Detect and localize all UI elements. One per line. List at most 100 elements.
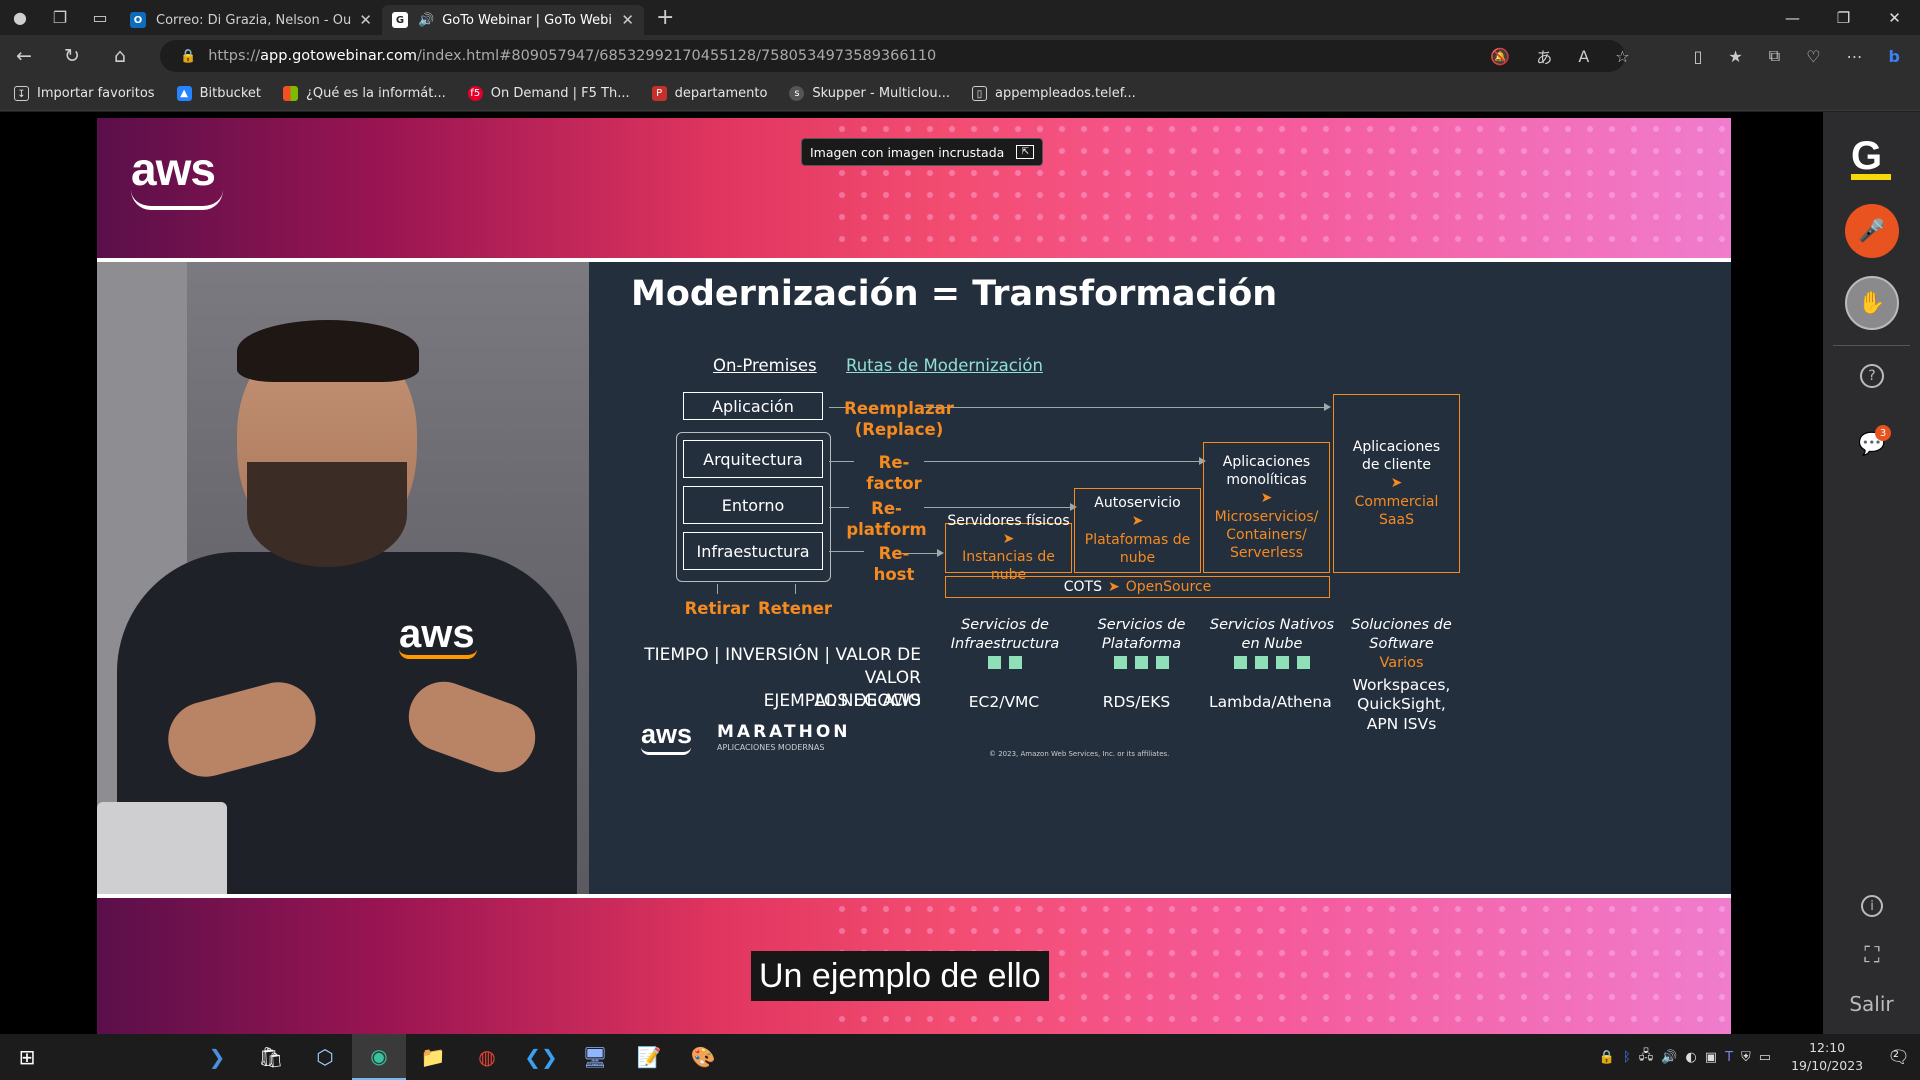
edge-icon[interactable]: ◉ <box>352 1034 406 1080</box>
example-platform: RDS/EKS <box>1102 693 1171 711</box>
bookmark-informatica[interactable]: ¿Qué es la informát... <box>283 86 446 101</box>
toolbar-icons: 🔕 あ A ☆ ▯ ★ ⧉ ♡ ⋯ b <box>1490 44 1920 68</box>
mic-muted-icon: 🎤 <box>1858 218 1886 244</box>
picture-in-picture-button[interactable]: Imagen con imagen incrustada ⇱ <box>801 138 1044 166</box>
chrome-icon[interactable]: ◍ <box>460 1034 514 1080</box>
clock-time: 12:10 <box>1809 1039 1846 1055</box>
goto-logo-bar <box>1851 174 1891 180</box>
new-tab-button[interactable]: + <box>656 5 674 30</box>
route-refactor: Re-factor <box>866 453 922 494</box>
goto-logo-icon: G <box>1851 134 1883 178</box>
bing-copilot-icon[interactable]: b <box>1889 47 1900 66</box>
translate-icon[interactable]: あ <box>1536 44 1552 68</box>
window-controls: — ❐ ✕ <box>1767 0 1920 35</box>
bookmark-departamento[interactable]: Pdepartamento <box>651 86 768 101</box>
mute-notifications-icon[interactable]: 🔕 <box>1490 47 1510 66</box>
bookmark-appempleados[interactable]: ▯ appempleados.telef... <box>971 86 1136 101</box>
application-box: Aplicación <box>683 392 823 420</box>
goto-icon: G <box>392 12 408 28</box>
bookmark-label: appempleados.telef... <box>994 86 1136 101</box>
url-field[interactable]: 🔒 https://app.gotowebinar.com/index.html… <box>160 40 1625 72</box>
route-replatform: Re-platform <box>846 499 927 540</box>
home-icon[interactable]: ⌂ <box>96 45 144 67</box>
bluetooth-icon[interactable]: ᛒ <box>1623 1050 1631 1065</box>
tab-gotowebinar[interactable]: G 🔊 GoTo Webinar | GoTo Webin ✕ <box>382 5 644 35</box>
notification-count: 2 <box>1893 1049 1899 1060</box>
marathon-subtitle: APLICACIONES MODERNAS <box>717 743 825 752</box>
collections-icon[interactable]: ⧉ <box>1769 46 1780 66</box>
bookmark-import[interactable]: ↧ Importar favoritos <box>14 86 155 101</box>
example-software: Workspaces, QuickSight, APN ISVs <box>1352 676 1451 733</box>
start-windows-icon[interactable]: ⊞ <box>0 1034 54 1080</box>
notifications-icon[interactable]: 🗨 2 <box>1887 1047 1910 1068</box>
tab-modernization-routes: Rutas de Modernización <box>846 356 1043 375</box>
profile-avatar-icon[interactable]: ● <box>0 0 40 35</box>
chat-button[interactable]: 💬 3 <box>1853 425 1891 463</box>
vscode-icon[interactable]: ❮❯ <box>514 1034 568 1080</box>
more-menu-icon[interactable]: ⋯ <box>1847 47 1863 66</box>
close-window-icon[interactable]: ✕ <box>1869 0 1920 35</box>
paint-icon[interactable]: 🎨 <box>676 1034 730 1080</box>
store-icon[interactable]: 🛍 <box>244 1034 298 1080</box>
display-icon[interactable]: ▣ <box>1705 1050 1717 1065</box>
exit-button[interactable]: Salir <box>1823 992 1920 1016</box>
volume-icon[interactable]: 🔊 <box>1661 1050 1677 1065</box>
file-explorer-icon[interactable]: 📁 <box>406 1034 460 1080</box>
microphone-button[interactable]: 🎤 <box>1845 204 1899 258</box>
system-tray: 🔒 ᛒ 🖧 🔊 ◐ ▣ T ⛨ ▭ 12:10 19/10/2023 🗨 2 <box>1599 1034 1920 1080</box>
presenter-camera: aws <box>97 262 589 894</box>
restore-icon[interactable]: ❐ <box>1818 0 1869 35</box>
question-icon: ? <box>1860 364 1884 388</box>
aws-examples-label: EJEMPLOS DE AWS <box>763 691 921 711</box>
back-icon[interactable]: ← <box>0 45 48 67</box>
bookmark-bitbucket[interactable]: ▲ Bitbucket <box>176 86 261 101</box>
sync-icon[interactable]: ◐ <box>1685 1050 1696 1065</box>
windows-taskbar: ⊞ ❯ 🛍 ⬡ ◉ 📁 ◍ ❮❯ 🖥 📝 🎨 🔒 ᛒ 🖧 🔊 ◐ ▣ T ⛨ ▭… <box>0 1034 1920 1080</box>
pdf-icon: P <box>651 86 667 101</box>
tab-outlook[interactable]: O Correo: Di Grazia, Nelson - Outlo ✕ <box>120 5 382 35</box>
bitbucket-icon: ▲ <box>176 86 192 101</box>
system-clock[interactable]: 12:10 19/10/2023 <box>1791 1039 1863 1075</box>
teams-icon[interactable]: T <box>1725 1050 1733 1065</box>
bookmark-label: departamento <box>674 86 768 101</box>
notepad-icon[interactable]: 📝 <box>622 1034 676 1080</box>
lock-icon[interactable]: 🔒 <box>180 49 196 64</box>
powershell-icon[interactable]: ❯ <box>190 1034 244 1080</box>
skupper-icon: s <box>789 86 805 101</box>
raise-hand-button[interactable]: ✋ <box>1845 276 1899 330</box>
vpn-icon[interactable]: 🔒 <box>1599 1050 1615 1065</box>
security-icon[interactable]: ⛨ <box>1741 1050 1751 1065</box>
split-screen-icon[interactable]: ▯ <box>1694 47 1703 66</box>
workspaces-icon[interactable]: ❐ <box>40 0 80 35</box>
favorite-star-icon[interactable]: ☆ <box>1615 47 1629 66</box>
fullscreen-icon: ⛶ <box>1864 942 1880 968</box>
route-retire: Retirar <box>684 599 750 618</box>
network-icon[interactable]: 🖧 <box>1639 1046 1654 1068</box>
battery-icon[interactable]: ▭ <box>1759 1050 1771 1065</box>
tab-actions-icon[interactable]: ▭ <box>80 0 120 35</box>
close-tab-icon[interactable]: ✕ <box>359 11 372 29</box>
questions-button[interactable]: ? <box>1853 357 1891 395</box>
bookmark-label: On Demand | F5 Th... <box>490 86 630 101</box>
info-button[interactable]: i <box>1853 887 1891 925</box>
route-replace: Reemplazar (Replace) <box>844 399 954 440</box>
favorites-icon[interactable]: ★ <box>1728 47 1742 66</box>
minimize-icon[interactable]: — <box>1767 0 1818 35</box>
refresh-icon[interactable]: ↻ <box>48 45 96 67</box>
infrastructure-box: Infraestuctura <box>683 532 823 570</box>
fullscreen-button[interactable]: ⛶ <box>1853 936 1891 974</box>
close-tab-icon[interactable]: ✕ <box>621 11 634 29</box>
browser-essentials-icon[interactable]: ♡ <box>1806 47 1820 66</box>
speaker-icon[interactable]: 🔊 <box>418 13 434 28</box>
bookmark-f5[interactable]: f5 On Demand | F5 Th... <box>467 86 630 101</box>
read-aloud-icon[interactable]: A <box>1578 47 1589 66</box>
bookmarks-bar: ↧ Importar favoritos ▲ Bitbucket ¿Qué es l… <box>0 77 1920 111</box>
bookmark-skupper[interactable]: s Skupper - Multiclou... <box>789 86 950 101</box>
f5-icon: f5 <box>467 86 483 101</box>
tab-on-premises: On-Premises <box>713 356 817 375</box>
architecture-box: Arquitectura <box>683 440 823 478</box>
target-selfservice: Autoservicio ➤ Plataformas de nube <box>1074 488 1201 573</box>
aws-logo: aws <box>131 142 223 210</box>
virtualbox-icon[interactable]: ⬡ <box>298 1034 352 1080</box>
remote-desktop-icon[interactable]: 🖥 <box>568 1034 622 1080</box>
